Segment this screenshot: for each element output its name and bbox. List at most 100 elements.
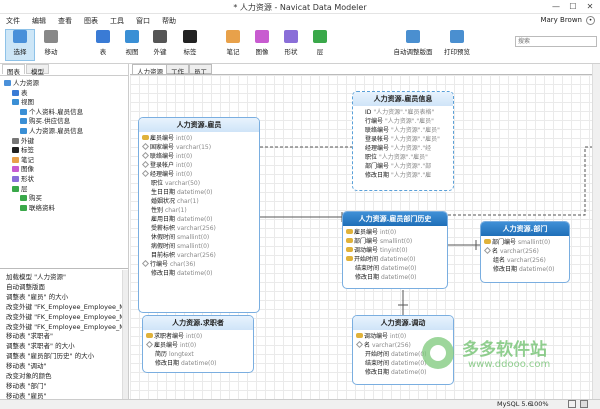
entity-department[interactable]: 人力资源.部门部门编号 smallint(0) 名 varchar(256) 组名 … (480, 221, 570, 283)
entity-field[interactable]: 登录帐户 int(0) (139, 161, 259, 170)
tree-item[interactable]: 形状 (12, 173, 34, 183)
entity-field[interactable]: 组名 varchar(256) (481, 256, 569, 265)
user-name[interactable]: Mary Brown (540, 16, 582, 24)
tree-item[interactable]: 人力资源.雇员信息 (20, 125, 83, 135)
canvas-scrollbar[interactable] (592, 64, 600, 399)
tree-item[interactable]: 购买.供应信息 (20, 115, 70, 125)
entity-field[interactable]: 雇用日期 datetime(0) (139, 215, 259, 224)
entity-field[interactable]: 职位 varchar(50) (139, 179, 259, 188)
entity-field[interactable]: 名 varchar(256) (481, 247, 569, 256)
fit-view-icon[interactable] (580, 400, 588, 408)
search-input[interactable] (515, 36, 597, 47)
entity-field[interactable]: 修改日期 datetime(0) (343, 273, 447, 282)
maximize-button[interactable]: ☐ (565, 1, 581, 12)
view-mode-icon[interactable] (568, 400, 576, 408)
entity-field[interactable]: 修改日期 datetime(0) (481, 265, 569, 274)
history-item[interactable]: 调整表 "雇员部门历史" 的大小 (6, 350, 94, 360)
entity-field[interactable]: 生日日期 datetime(0) (139, 188, 259, 197)
entity-field[interactable]: 联络编号 int(0) (139, 152, 259, 161)
menu-window[interactable]: 窗口 (136, 16, 150, 26)
tool-layer-button[interactable]: 层 (305, 30, 335, 56)
entity-field[interactable]: 雇员编号 int(0) (343, 228, 447, 237)
menu-edit[interactable]: 编辑 (32, 16, 46, 26)
entity-field[interactable]: 受薪标帜 varchar(256) (139, 224, 259, 233)
entity-candidate[interactable]: 人力资源.求职者 求职者编号 int(0) 雇员编号 int(0) 简历 longte… (142, 315, 254, 373)
entity-field[interactable]: 雇员编号 int(0) (143, 341, 253, 350)
entity-field[interactable]: 登录帐号 "人力资源"."雇员" (353, 135, 453, 144)
entity-field[interactable]: 性别 char(1) (139, 206, 259, 215)
tool-hand-button[interactable]: 移动 (36, 30, 66, 56)
entity-title[interactable]: 人力资源.部门 (481, 222, 569, 236)
tool-label-button[interactable]: 标签 (175, 30, 205, 56)
tree-item[interactable]: 个人资料.雇员信息 (20, 106, 83, 116)
tool-shape-button[interactable]: 形状 (276, 30, 306, 56)
entity-employee-info-view[interactable]: 人力资源.雇员信息 ID "人力资源"."雇员表格" 行编号 "人力资源"."雇员"… (352, 91, 454, 191)
tool-print-preview-button[interactable]: 打印预览 (437, 30, 477, 56)
history-item[interactable]: 加载模型 "人力资源" (6, 271, 66, 281)
entity-field[interactable]: 部门编号 smallint(0) (343, 237, 447, 246)
tree-item[interactable]: 笔记 (12, 154, 34, 164)
entity-field[interactable]: 国家编号 varchar(15) (139, 143, 259, 152)
canvas-tab-work[interactable]: 工作 (166, 64, 189, 76)
history-item[interactable]: 调整表 "雇员" 的大小 (6, 291, 68, 301)
tree-item[interactable]: 表 (12, 87, 28, 97)
tab-model[interactable]: 模型 (26, 64, 49, 76)
history-item[interactable]: 移动表 "调动" (6, 360, 47, 370)
close-button[interactable]: ✕ (582, 1, 598, 12)
history-item[interactable]: 调整表 "求职者" 的大小 (6, 340, 75, 350)
entity-field[interactable]: 修改日期 "人力资源"."雇 (353, 171, 453, 180)
entity-field[interactable]: 部门编号 smallint(0) (481, 238, 569, 247)
history-item[interactable]: 改变外键 "FK_Employee_Employee_Man (6, 301, 128, 311)
tree-item[interactable]: 图像 (12, 163, 34, 173)
entity-field[interactable]: 病假时间 smallint(0) (139, 242, 259, 251)
entity-field[interactable]: 行编号 char(36) (139, 260, 259, 269)
entity-field[interactable]: 简历 longtext (143, 350, 253, 359)
tree-item[interactable]: 人力资源 (4, 77, 39, 87)
entity-field[interactable]: 修改日期 datetime(0) (139, 269, 259, 278)
entity-field[interactable]: 经理编号 "人力资源"."经 (353, 144, 453, 153)
entity-field[interactable]: 雇员编号 int(0) (139, 134, 259, 143)
history-item[interactable]: 改变外键 "FK_Employee_Employee_Man (6, 321, 128, 331)
entity-field[interactable]: 行编号 "人力资源"."雇员" (353, 117, 453, 126)
tool-cursor-button[interactable]: 选择 (5, 29, 35, 61)
entity-field[interactable]: 部门编号 "人力资源"."部 (353, 162, 453, 171)
menu-diagram[interactable]: 图表 (84, 16, 98, 26)
entity-title[interactable]: 人力资源.求职者 (143, 316, 253, 330)
entity-field[interactable]: 开始时间 datetime(0) (343, 255, 447, 264)
minimize-button[interactable]: — (548, 1, 564, 12)
tree-item[interactable]: 视图 (12, 96, 34, 106)
tree-item[interactable]: 购买 (20, 192, 42, 202)
entity-field[interactable]: 职位 "人力资源"."雇员" (353, 153, 453, 162)
tool-view-button[interactable]: 视图 (117, 30, 147, 56)
entity-employee[interactable]: 人力资源.雇员雇员编号 int(0) 国家编号 varchar(15) 联络编号 i… (138, 117, 260, 313)
tool-table-button[interactable]: 表 (88, 30, 118, 56)
user-account-icon[interactable]: • (586, 16, 595, 25)
canvas-tab-hr[interactable]: 人力资源 (132, 64, 168, 76)
tool-note-button[interactable]: 笔记 (218, 30, 248, 56)
tab-diagram[interactable]: 图表 (2, 64, 25, 76)
canvas-tab-staff[interactable]: 员工 (189, 64, 212, 76)
entity-field[interactable]: 婚姻状况 char(1) (139, 197, 259, 206)
entity-field[interactable]: 休假时间 smallint(0) (139, 233, 259, 242)
history-item[interactable]: 移动表 "部门" (6, 380, 47, 390)
tree-item[interactable]: 层 (12, 183, 28, 193)
menu-view[interactable]: 查看 (58, 16, 72, 26)
entity-title[interactable]: 人力资源.雇员信息 (353, 92, 453, 106)
tool-auto-layout-button[interactable]: 自动调整版面 (393, 30, 433, 56)
history-item[interactable]: 移动表 "雇员" (6, 390, 47, 399)
history-item[interactable]: 改变外键 "FK_Employee_Employee_Man (6, 311, 128, 321)
entity-field[interactable]: 目前标帜 varchar(256) (139, 251, 259, 260)
entity-field[interactable]: 经理编号 int(0) (139, 170, 259, 179)
history-item[interactable]: 自动调整版面 (6, 281, 45, 291)
entity-title[interactable]: 人力资源.雇员部门历史 (343, 212, 447, 226)
entity-field[interactable]: 修改日期 datetime(0) (143, 359, 253, 368)
tool-image-button[interactable]: 图像 (247, 30, 277, 56)
entity-dept-history[interactable]: 人力资源.雇员部门历史 雇员编号 int(0) 部门编号 smallint(0) 调动… (342, 211, 448, 289)
menu-tools[interactable]: 工具 (110, 16, 124, 26)
tool-foreign-key-button[interactable]: 外键 (145, 30, 175, 56)
entity-field[interactable]: ID "人力资源"."雇员表格" (353, 108, 453, 117)
entity-title[interactable]: 人力资源.雇员 (139, 118, 259, 132)
tree-item[interactable]: 联络资料 (20, 202, 55, 212)
entity-field[interactable]: 联络编号 "人力资源"."雇员" (353, 126, 453, 135)
tree-item[interactable]: 标签 (12, 144, 34, 154)
